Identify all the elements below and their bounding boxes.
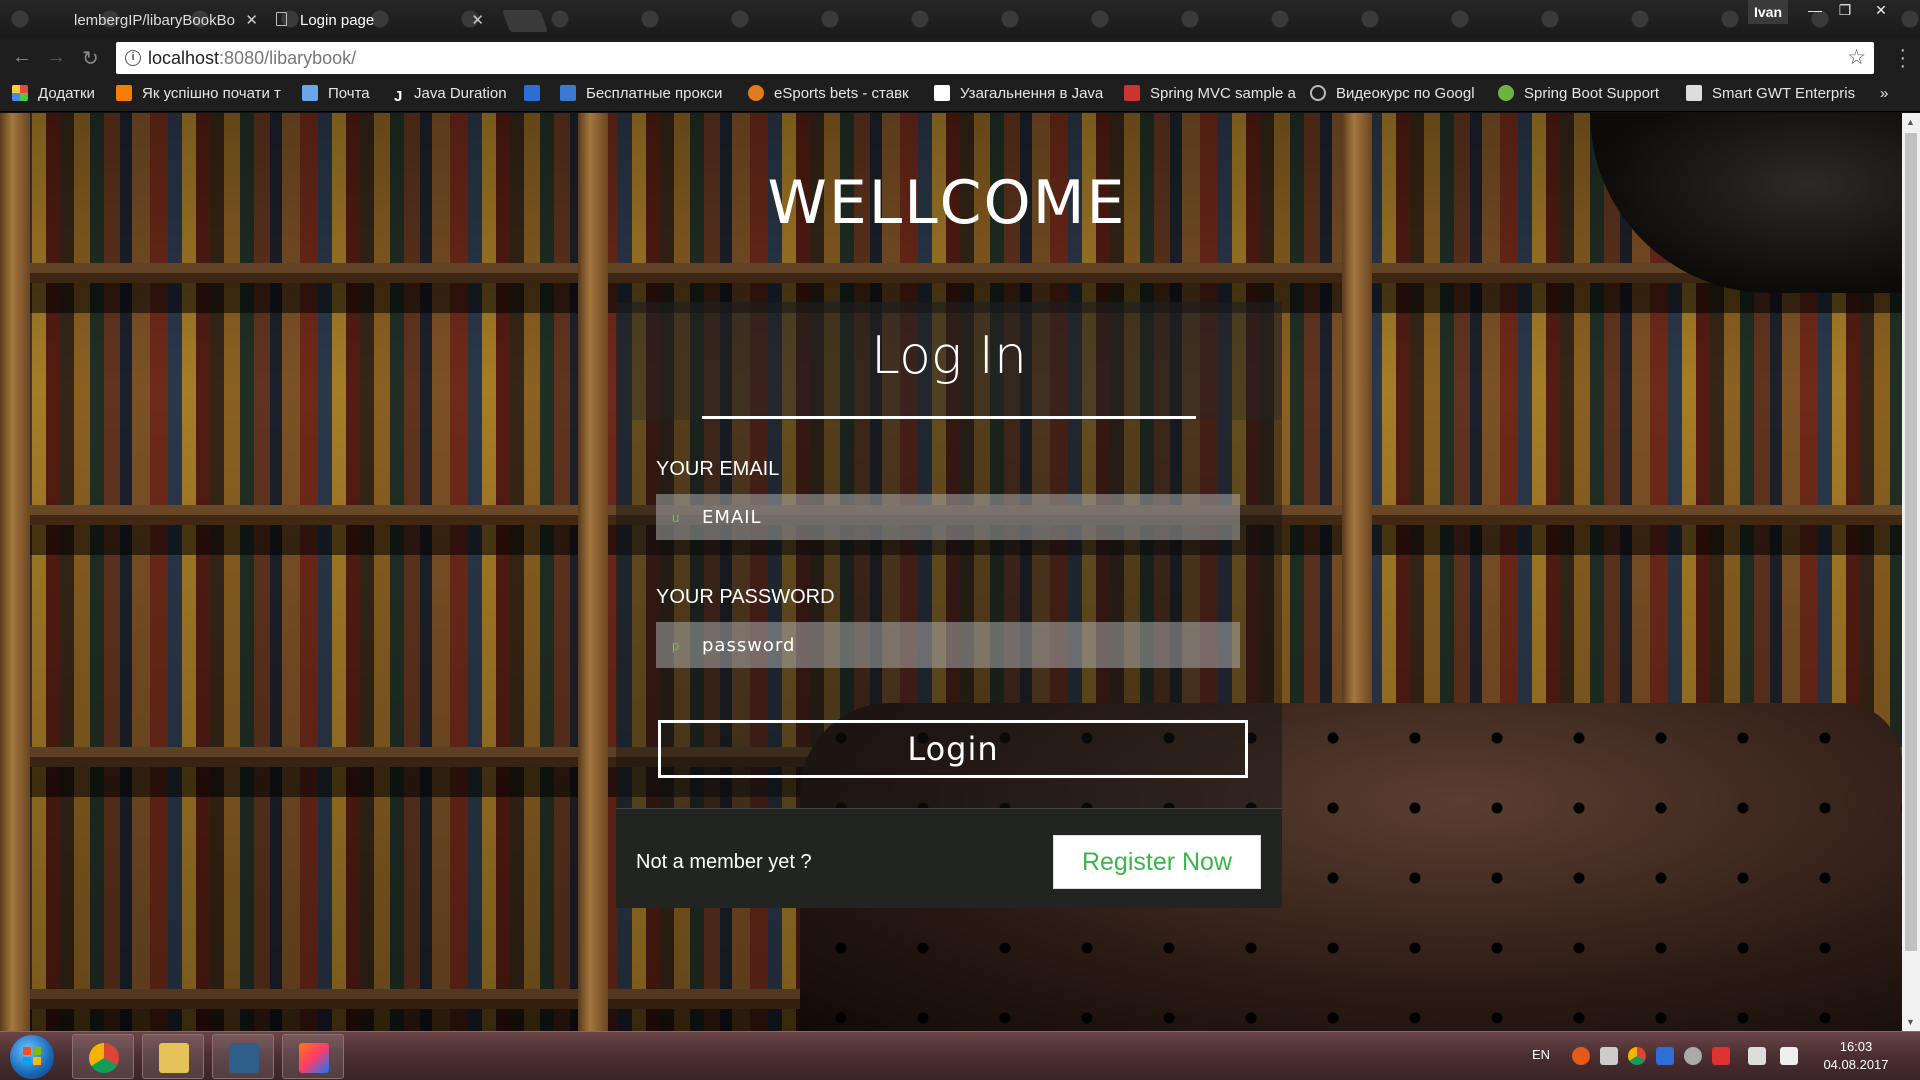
spring-icon xyxy=(1498,85,1514,101)
bookmark-spring-mvc[interactable]: Spring MVC sample a xyxy=(1124,85,1296,102)
title-underline xyxy=(702,416,1196,419)
tray-mail-icon[interactable] xyxy=(1656,1047,1674,1065)
bookmark-apps[interactable]: Додатки xyxy=(12,85,102,102)
tray-flame-icon[interactable] xyxy=(1572,1047,1590,1065)
wikipedia-icon xyxy=(934,85,950,101)
welcome-heading: WELLCOME xyxy=(767,168,1127,238)
taskbar-intellij[interactable] xyxy=(282,1034,344,1079)
bookmark-java-duration[interactable]: J Java Duration xyxy=(394,85,514,104)
url-host: localhost xyxy=(148,48,220,68)
bookmark-proxy[interactable]: Бесплатные прокси xyxy=(560,85,726,102)
network-icon[interactable] xyxy=(1748,1047,1766,1065)
mysql-workbench-icon xyxy=(229,1043,259,1073)
tab-title: lembergIP/libaryBookBo xyxy=(74,12,235,29)
tray-network-share-icon[interactable] xyxy=(1684,1047,1702,1065)
clock-date: 04.08.2017 xyxy=(1823,1057,1889,1072)
close-icon[interactable]: ✕ xyxy=(471,11,484,29)
taskbar-mysql[interactable] xyxy=(212,1034,274,1079)
document-icon xyxy=(276,12,287,26)
email-input[interactable] xyxy=(656,494,1240,540)
intellij-icon xyxy=(299,1043,329,1073)
title-bar: lembergIP/libaryBookBo ✕ Login page ✕ Iv… xyxy=(0,0,1920,38)
scrollbar-thumb[interactable] xyxy=(1905,133,1917,951)
windows-taskbar: EN 16:03 04.08.2017 xyxy=(0,1031,1920,1080)
loading-icon xyxy=(1310,85,1326,101)
blogger-icon xyxy=(116,85,132,101)
esports-icon xyxy=(748,85,764,101)
bookmark-star-icon[interactable]: ☆ xyxy=(1847,45,1866,70)
bookmarks-bar: Додатки Як успішно почати т Почта J Java … xyxy=(0,78,1920,112)
four-icon xyxy=(524,85,540,101)
password-label: YOUR PASSWORD xyxy=(656,586,835,608)
apps-grid-icon xyxy=(12,85,28,101)
login-button[interactable]: Login xyxy=(658,720,1248,778)
back-icon[interactable]: ← xyxy=(12,46,32,69)
password-input[interactable] xyxy=(656,622,1240,668)
bookmark-esports[interactable]: eSports bets - ставк xyxy=(748,85,918,102)
tab-login-page[interactable]: Login page ✕ xyxy=(250,2,498,38)
javatpoint-icon xyxy=(1124,85,1140,101)
folder-icon xyxy=(159,1043,189,1073)
taskbar-chrome[interactable] xyxy=(72,1034,134,1079)
bookmark-mail[interactable]: Почта xyxy=(302,85,382,102)
login-title: Log In xyxy=(871,326,1027,386)
volume-icon[interactable] xyxy=(1780,1047,1798,1065)
new-tab-button[interactable] xyxy=(501,10,549,32)
info-icon[interactable]: i xyxy=(125,50,141,66)
tray-chrome-icon[interactable] xyxy=(1628,1047,1646,1065)
menu-icon[interactable]: · · · xyxy=(1899,40,1906,76)
bookmark-smart-gwt[interactable]: Smart GWT Enterpris xyxy=(1686,85,1858,102)
scroll-down-icon[interactable]: ▼ xyxy=(1906,1017,1915,1027)
bookmark-wiki[interactable]: Узагальнення в Java xyxy=(934,85,1106,102)
bookmark-video-course[interactable]: Видеокурс по Googl xyxy=(1310,85,1482,102)
forward-icon[interactable]: → xyxy=(46,46,66,69)
reload-icon[interactable]: ↻ xyxy=(82,46,99,71)
user-icon: u xyxy=(672,510,680,525)
taskbar-explorer[interactable] xyxy=(142,1034,204,1079)
profile-button[interactable]: Ivan xyxy=(1748,0,1788,24)
address-bar[interactable]: i localhost:8080/libarybook/ ☆ xyxy=(116,42,1874,74)
register-footer: Not a member yet ? Register Now xyxy=(616,808,1282,908)
minimize-icon[interactable]: — xyxy=(1800,0,1830,22)
smartgwt-icon xyxy=(1686,85,1702,101)
start-button[interactable] xyxy=(10,1035,54,1079)
java-j-icon: J xyxy=(394,88,403,104)
chrome-icon xyxy=(89,1043,119,1073)
not-member-text: Not a member yet ? xyxy=(636,851,812,873)
bookmark-4[interactable] xyxy=(524,85,550,102)
proxy-icon xyxy=(560,85,576,101)
browser-toolbar: ← → ↻ i localhost:8080/libarybook/ ☆ · · · xyxy=(0,38,1920,78)
page-scrollbar[interactable]: ▲ ▼ xyxy=(1902,113,1920,1031)
close-window-icon[interactable]: ✕ xyxy=(1866,0,1896,22)
register-now-button[interactable]: Register Now xyxy=(1053,835,1261,889)
scroll-up-icon[interactable]: ▲ xyxy=(1906,117,1915,127)
taskbar-clock[interactable]: 16:03 04.08.2017 xyxy=(1818,1038,1894,1074)
restore-icon[interactable]: ❐ xyxy=(1830,0,1860,22)
bookmark-blogger[interactable]: Як успішно почати т xyxy=(116,85,286,102)
login-panel: Log In YOUR EMAIL u YOUR PASSWORD p Logi… xyxy=(616,302,1282,908)
lock-icon: p xyxy=(672,638,680,653)
mail-icon xyxy=(302,85,318,101)
tab-github[interactable]: lembergIP/libaryBookBo ✕ xyxy=(24,2,272,38)
tray-alert-icon[interactable] xyxy=(1712,1047,1730,1065)
more-bookmarks-button[interactable]: » xyxy=(1880,85,1900,102)
windows-logo-icon xyxy=(23,1047,41,1065)
email-label: YOUR EMAIL xyxy=(656,458,780,480)
language-indicator[interactable]: EN xyxy=(1532,1047,1550,1062)
bookmark-spring-boot[interactable]: Spring Boot Support xyxy=(1498,85,1668,102)
clock-time: 16:03 xyxy=(1839,1039,1873,1054)
tab-title: Login page xyxy=(300,12,375,29)
tray-app-icon[interactable] xyxy=(1600,1047,1618,1065)
url-path: :8080/libarybook/ xyxy=(219,48,357,68)
